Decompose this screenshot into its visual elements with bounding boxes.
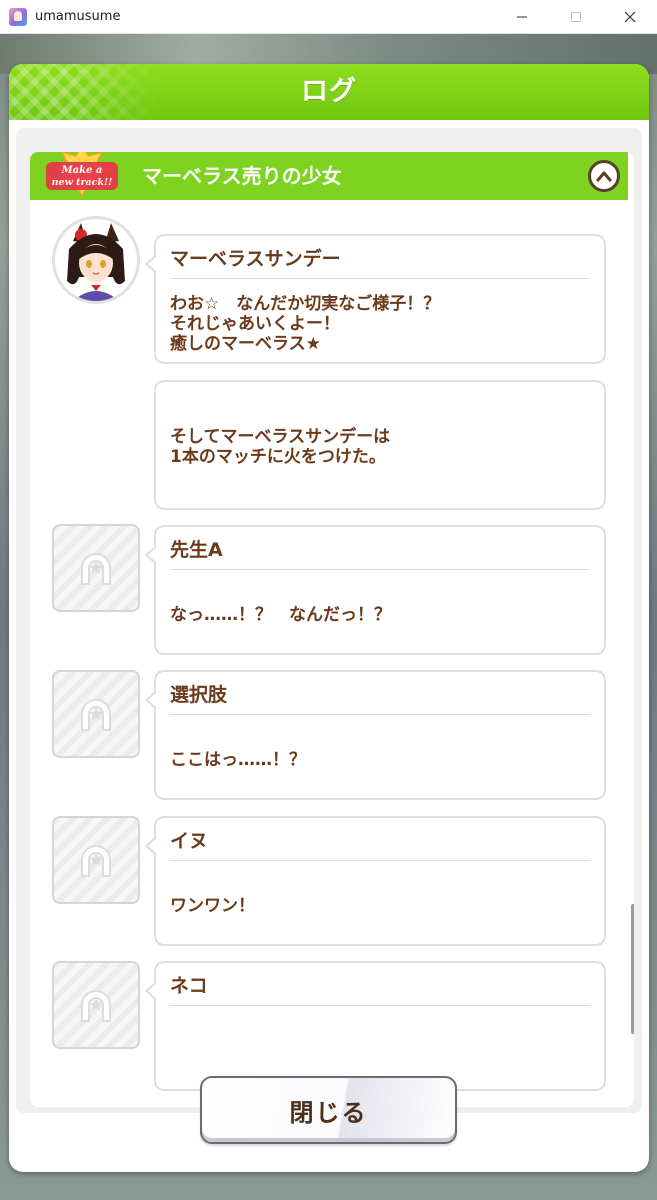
chevron-up-icon bbox=[596, 171, 612, 182]
placeholder-avatar bbox=[52, 816, 140, 904]
log-panel[interactable]: Make a new track!! マーベラス売りの少女 マーベラスサンデー … bbox=[30, 152, 634, 1107]
narration-line: そしてマーベラスサンデーは bbox=[170, 427, 391, 447]
speaker-name: イヌ bbox=[170, 830, 209, 852]
window-controls bbox=[495, 0, 657, 34]
dialog-title: ログ bbox=[301, 76, 357, 107]
horseshoe-icon bbox=[81, 990, 111, 1022]
speaker-name: 先生A bbox=[170, 539, 223, 561]
entry-divider bbox=[170, 1005, 590, 1006]
placeholder-avatar bbox=[52, 524, 140, 612]
dialogue-line: わお☆ なんだか切実なご様子！？ bbox=[170, 294, 441, 314]
narration-entry: そしてマーベラスサンデーは 1本のマッチに火をつけた。 bbox=[154, 380, 606, 510]
log-entry: ネコ bbox=[145, 961, 606, 1091]
minimize-icon bbox=[517, 16, 527, 18]
maximize-button[interactable] bbox=[549, 0, 603, 34]
window-title: umamusume bbox=[35, 9, 121, 24]
character-portrait-icon bbox=[55, 219, 137, 301]
dialog-body: Make a new track!! マーベラス売りの少女 マーベラスサンデー … bbox=[16, 128, 642, 1113]
speaker-name: 選択肢 bbox=[170, 684, 228, 706]
dialogue-line: ここはっ……！？ bbox=[170, 750, 306, 770]
close-button-label: 閉じる bbox=[289, 1098, 368, 1127]
dialogue-line: 癒しのマーベラス★ bbox=[170, 334, 321, 354]
dialogue-line: ワンワン！ bbox=[170, 896, 255, 916]
maximize-icon bbox=[571, 12, 581, 22]
dialog-header: ログ bbox=[9, 64, 649, 120]
log-entry: マーベラスサンデー わお☆ なんだか切実なご様子！？ それじゃあいくよー！ 癒し… bbox=[145, 234, 606, 364]
horseshoe-icon bbox=[81, 845, 111, 877]
close-button[interactable]: 閉じる bbox=[200, 1076, 457, 1144]
entry-divider bbox=[170, 860, 590, 861]
entry-divider bbox=[170, 714, 590, 715]
collapse-button[interactable] bbox=[588, 160, 620, 192]
close-window-button[interactable] bbox=[603, 0, 657, 34]
chapter-header[interactable]: Make a new track!! マーベラス売りの少女 bbox=[30, 152, 628, 200]
log-scrollbar[interactable] bbox=[631, 904, 634, 1034]
entry-divider bbox=[170, 278, 590, 279]
entry-divider bbox=[170, 569, 590, 570]
placeholder-avatar bbox=[52, 961, 140, 1049]
chapter-logo-line2: new track!! bbox=[52, 177, 113, 188]
app-icon bbox=[9, 7, 27, 26]
placeholder-avatar bbox=[52, 670, 140, 758]
speaker-name: マーベラスサンデー bbox=[170, 248, 341, 270]
chapter-logo-icon: Make a new track!! bbox=[46, 152, 118, 198]
close-icon bbox=[624, 11, 636, 23]
chapter-title: マーベラス売りの少女 bbox=[142, 164, 342, 188]
narration-line: 1本のマッチに火をつけた。 bbox=[170, 447, 386, 467]
window-titlebar: umamusume bbox=[0, 0, 657, 34]
minimize-button[interactable] bbox=[495, 0, 549, 34]
log-entry: イヌ ワンワン！ bbox=[145, 816, 606, 946]
log-entry: 選択肢 ここはっ……！？ bbox=[145, 670, 606, 800]
horseshoe-icon bbox=[81, 553, 111, 585]
dialogue-line: なっ……！？ なんだっ！？ bbox=[170, 605, 391, 625]
horseshoe-icon bbox=[81, 699, 111, 731]
dialogue-line: それじゃあいくよー！ bbox=[170, 314, 340, 334]
log-entry: 先生A なっ……！？ なんだっ！？ bbox=[145, 525, 606, 655]
character-avatar bbox=[52, 216, 140, 304]
log-dialog: ログ Make a new track!! マーベラス売りの少女 マーベラスサン… bbox=[9, 64, 649, 1172]
speaker-name: ネコ bbox=[170, 975, 208, 997]
chapter-logo-line1: Make a bbox=[61, 165, 103, 176]
